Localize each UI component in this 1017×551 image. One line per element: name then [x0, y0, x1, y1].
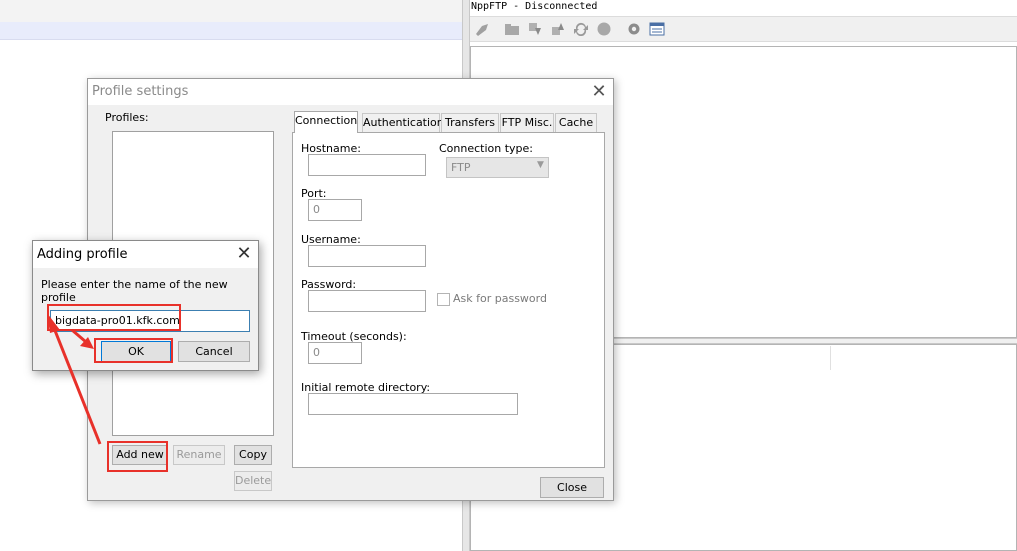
arrow-to-ok-line [71, 328, 87, 344]
arrow-to-input-line [50, 322, 102, 445]
annotation-arrows [47, 313, 102, 445]
arrow-to-input-head [47, 313, 60, 333]
tab-connection[interactable]: Connection [294, 111, 358, 133]
